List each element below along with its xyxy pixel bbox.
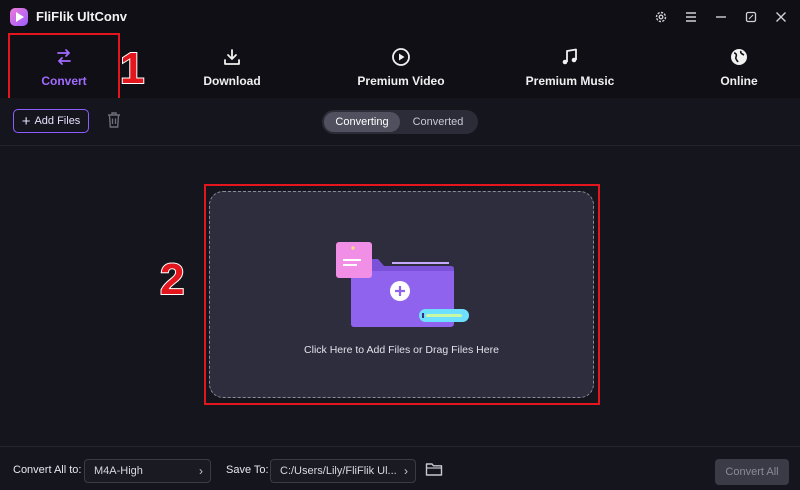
- app-logo-icon: [10, 8, 28, 26]
- add-files-label: Add Files: [34, 115, 81, 127]
- tab-converted[interactable]: Converted: [400, 112, 476, 132]
- app-title: FliFlik UltConv: [36, 9, 127, 24]
- globe-icon: [729, 46, 749, 68]
- nav-item-download[interactable]: Download: [186, 34, 278, 98]
- chevron-right-icon: ›: [404, 464, 408, 478]
- save-to-label: Save To:: [226, 464, 269, 476]
- nav-item-online[interactable]: Online: [693, 34, 785, 98]
- nav-label: Download: [203, 74, 261, 88]
- title-bar: FliFlik UltConv: [0, 0, 800, 34]
- footer-bar: Convert All to: M4A-High › Save To: C:/U…: [0, 446, 800, 490]
- nav-item-premium-video[interactable]: Premium Video: [355, 34, 447, 98]
- output-format-value: M4A-High: [94, 465, 143, 477]
- nav-item-premium-music[interactable]: Premium Music: [524, 34, 616, 98]
- status-tabs: Converting Converted: [322, 110, 478, 134]
- convert-all-button[interactable]: Convert All: [715, 459, 789, 485]
- gear-icon[interactable]: [650, 6, 672, 28]
- menu-icon[interactable]: [680, 6, 702, 28]
- annotation-number-1: 1: [119, 43, 146, 94]
- close-icon[interactable]: [770, 6, 792, 28]
- music-note-icon: [560, 46, 580, 68]
- add-files-button[interactable]: + Add Files: [13, 109, 89, 133]
- minimize-icon[interactable]: [710, 6, 732, 28]
- drop-hint-text: Click Here to Add Files or Drag Files He…: [304, 344, 499, 356]
- chevron-right-icon: ›: [199, 464, 203, 478]
- nav-label: Premium Video: [357, 74, 445, 88]
- annotation-box-convert: [8, 33, 120, 104]
- output-format-select[interactable]: M4A-High ›: [84, 459, 211, 483]
- trash-icon[interactable]: [106, 111, 122, 134]
- annotation-number-2: 2: [159, 254, 186, 305]
- maximize-icon[interactable]: [740, 6, 762, 28]
- save-path-select[interactable]: C:/Users/Lily/FliFlik Ul... ›: [270, 459, 416, 483]
- download-icon: [222, 46, 242, 68]
- play-circle-icon: [391, 46, 411, 68]
- tab-converting[interactable]: Converting: [324, 112, 400, 132]
- window-controls: [650, 6, 792, 28]
- folder-icon[interactable]: [425, 461, 443, 482]
- add-folder-illustration-icon: [336, 242, 469, 327]
- save-path-value: C:/Users/Lily/FliFlik Ul...: [280, 465, 397, 477]
- plus-icon: +: [21, 112, 31, 130]
- file-drop-zone[interactable]: Click Here to Add Files or Drag Files He…: [209, 191, 594, 398]
- convert-all-to-label: Convert All to:: [13, 464, 82, 476]
- nav-label: Premium Music: [525, 74, 615, 88]
- nav-label: Online: [720, 74, 758, 88]
